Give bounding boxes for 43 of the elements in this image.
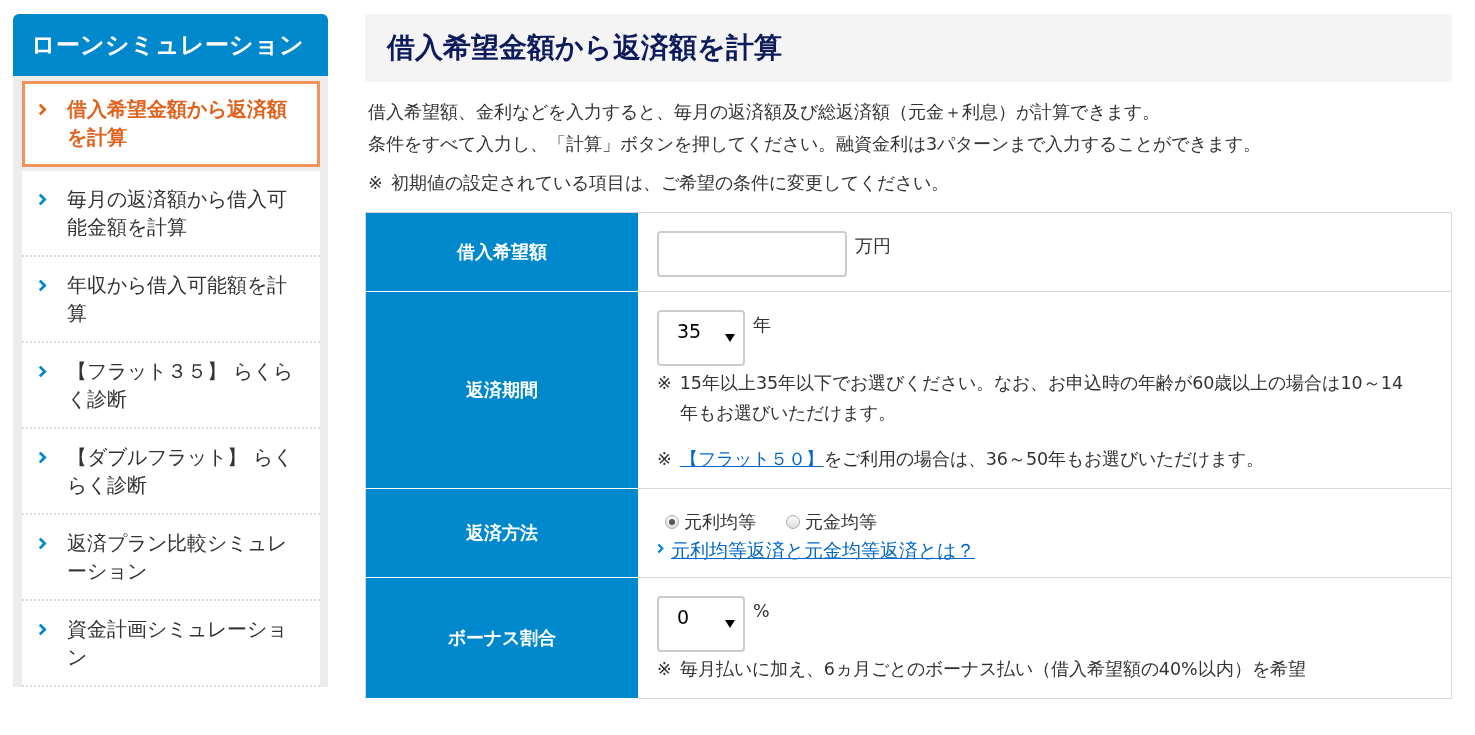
help-link[interactable]: 元利均等返済と元金均等返済とは？ [671,537,975,563]
page-title: 借入希望金額から返済額を計算 [387,30,782,66]
chevron-icon [38,623,47,636]
note-mark: ※ [657,658,672,681]
sidebar-item[interactable]: 資金計画シミュレーション [22,601,320,687]
sidebar-item[interactable]: 毎月の返済額から借入可能金額を計算 [22,171,320,257]
radio-option[interactable]: 元金均等 [786,507,877,537]
radio-option[interactable]: 元利均等 [665,507,756,537]
caret-icon [725,620,735,628]
unit-label: % [753,600,770,623]
row-label: ボーナス割合 [366,578,638,699]
note-text: 毎月払いに加え、6ヵ月ごとのボーナス払い（借入希望額の40%以内）を希望 [679,658,1307,681]
sidebar-item[interactable]: 借入希望金額から返済額を計算 [22,81,320,167]
row-label: 返済方法 [366,489,638,578]
unit-label: 万円 [855,235,891,258]
caret-icon [725,334,735,342]
note-mark: ※ [368,172,383,195]
sidebar-item[interactable]: 【ダブルフラット】 らくらく診断 [22,429,320,515]
select-dropdown[interactable]: 0 [657,596,745,652]
select-dropdown[interactable]: 35 [657,310,745,366]
note-text: をご利用の場合は、36～50年もお選びいただけます。 [823,449,1265,469]
flat50-link[interactable]: 【フラット５０】 [679,449,824,469]
sidebar-item[interactable]: 年収から借入可能額を計算 [22,257,320,343]
row-label: 借入希望額 [366,213,638,292]
note-mark: ※ [657,448,672,471]
note-text: 初期値の設定されている項目は、ご希望の条件に変更してください。 [390,172,950,195]
row-label: 返済期間 [366,292,638,489]
intro-text: 借入希望額、金利などを入力すると、毎月の返済額及び総返済額（元金＋利息）が計算できます。 [368,101,1161,124]
sidebar-item[interactable]: 返済プラン比較シミュレーション [22,515,320,601]
amount-input[interactable] [657,231,847,277]
intro-text: 条件をすべて入力し、「計算」ボタンを押してください。融資金利は3パターンまで入力することができます。 [368,133,1263,156]
note-mark: ※ [657,372,672,395]
chevron-icon [38,279,47,292]
note-text: 15年以上35年以下でお選びください。なお、お申込時の年齢が60歳以上の場合は10～14年もお選びいただけます。 [679,372,1404,425]
sidebar-title: ローンシミュレーション [13,14,328,76]
chevron-icon [657,543,664,554]
chevron-icon [38,451,47,464]
sidebar-item[interactable]: 【フラット３５】 らくらく診断 [22,343,320,429]
chevron-icon [38,537,47,550]
unit-label: 年 [753,314,771,337]
chevron-icon [38,103,47,116]
chevron-icon [38,365,47,378]
chevron-icon [38,193,47,206]
